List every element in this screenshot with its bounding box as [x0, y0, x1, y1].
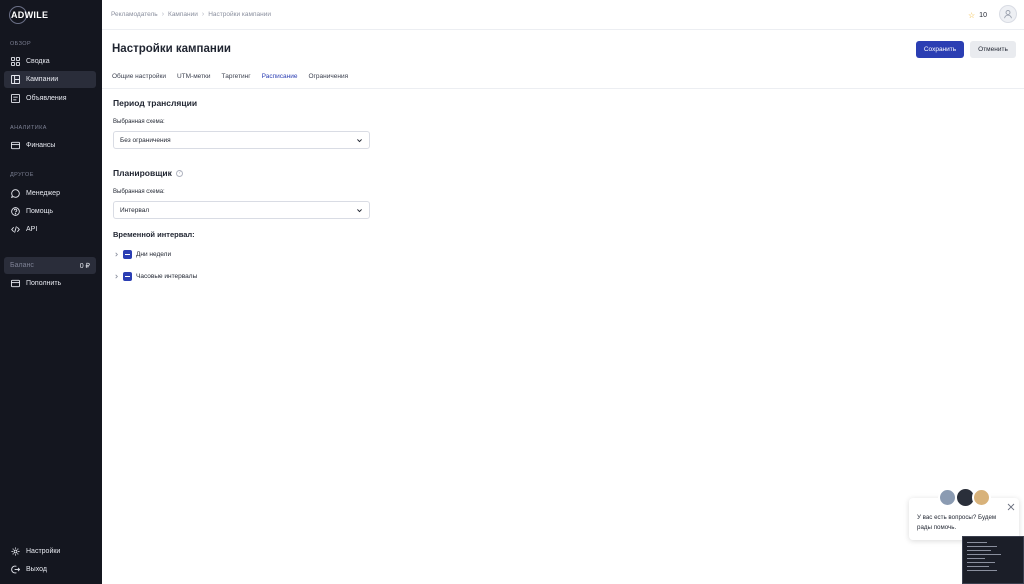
interval-title-text: Временной интервал: — [113, 230, 195, 239]
thumbnail-line — [967, 558, 985, 559]
tab-targeting[interactable]: Таргетинг — [222, 71, 251, 89]
balance: Баланс 0 ₽ — [4, 257, 96, 274]
sidebar-item-label: Объявления — [26, 95, 67, 102]
scheduler-title: Планировщик ? — [113, 168, 183, 178]
scheduler-scheme-label: Выбранная схема: — [113, 189, 165, 195]
sidebar-item-label: Помощь — [26, 208, 54, 215]
sidebar-item-api[interactable]: API — [4, 221, 96, 238]
tab-limits[interactable]: Ограничения — [308, 71, 348, 89]
broadcast-scheme-select[interactable]: Без ограничения — [113, 131, 370, 149]
scheduler-scheme-value: Интервал — [120, 206, 150, 214]
layout-icon — [10, 75, 20, 85]
sidebar-item-summary[interactable]: Сводка — [4, 53, 96, 70]
thumbnail-line — [967, 546, 997, 547]
sidebar-item-ads[interactable]: Объявления — [4, 90, 96, 107]
thumbnail-line — [967, 554, 1001, 555]
top-divider — [102, 29, 1024, 30]
chevron-right-icon[interactable] — [113, 252, 119, 258]
sidebar: ADWILE ОБЗОР Сводка Кампании Объявления … — [0, 0, 102, 584]
thumbnail-line — [967, 550, 991, 551]
logo[interactable]: ADWILE — [9, 6, 49, 24]
sidebar-item-label: Настройки — [26, 548, 61, 555]
hours-checkbox[interactable] — [123, 272, 132, 281]
tabs-divider — [102, 88, 1024, 89]
sidebar-item-settings[interactable]: Настройки — [4, 543, 96, 560]
tab-schedule[interactable]: Расписание — [261, 71, 298, 89]
preview-thumbnail[interactable] — [962, 536, 1024, 584]
wallet-icon — [10, 141, 20, 151]
balance-value: 0 ₽ — [79, 262, 90, 270]
section-label-analytics: АНАЛИТИКА — [10, 125, 47, 131]
weekdays-label: Дни недели — [136, 251, 172, 258]
broadcast-scheme-label: Выбранная схема: — [113, 119, 165, 125]
chevron-right-icon: › — [161, 11, 165, 18]
chevron-down-icon — [357, 138, 362, 142]
tab-utm[interactable]: UTM-метки — [177, 71, 211, 89]
breadcrumb-item-current: Настройки кампании — [208, 11, 271, 18]
section-label-other: ДРУГОЕ — [10, 172, 34, 178]
code-icon — [10, 225, 20, 235]
thumbnail-line — [967, 566, 989, 567]
thumbnail-line — [967, 570, 997, 571]
logo-text: ADWILE — [11, 10, 49, 20]
scheduler-title-text: Планировщик — [113, 168, 172, 178]
chevron-right-icon[interactable] — [113, 274, 119, 280]
sidebar-item-label: Кампании — [26, 76, 59, 83]
broadcast-scheme-value: Без ограничения — [120, 136, 171, 144]
interval-title: Временной интервал: — [113, 230, 195, 239]
sidebar-item-manager[interactable]: Менеджер — [4, 185, 96, 202]
logout-icon — [10, 565, 20, 575]
tab-general[interactable]: Общие настройки — [112, 71, 166, 89]
tabs: Общие настройки UTM-метки Таргетинг Расп… — [112, 71, 348, 89]
sidebar-item-finance[interactable]: Финансы — [4, 137, 96, 154]
page-title: Настройки кампании — [112, 43, 231, 55]
minus-icon — [125, 275, 130, 278]
chevron-right-icon: › — [201, 11, 205, 18]
user-avatar[interactable] — [999, 5, 1017, 23]
broadcast-period-title: Период трансляции — [113, 98, 197, 108]
grid-icon — [10, 57, 20, 67]
breadcrumb-item-advertiser[interactable]: Рекламодатель — [111, 11, 158, 18]
wallet-icon — [10, 279, 20, 289]
sidebar-item-help[interactable]: Помощь — [4, 203, 96, 220]
chat-message: У вас есть вопросы? Будем рады помочь. — [917, 514, 997, 531]
support-avatar — [972, 488, 991, 507]
broadcast-period-title-text: Период трансляции — [113, 98, 198, 108]
breadcrumb: Рекламодатель › Кампании › Настройки кам… — [111, 11, 271, 18]
close-icon[interactable] — [1007, 503, 1015, 511]
weekdays-checkbox[interactable] — [123, 250, 132, 259]
sidebar-item-logout[interactable]: Выход — [4, 561, 96, 578]
section-label-overview: ОБЗОР — [10, 41, 32, 47]
tree-item-weekdays: Дни недели — [113, 250, 171, 259]
chat-icon — [10, 189, 20, 199]
thumbnail-line — [967, 542, 987, 543]
help-circle-icon — [10, 207, 20, 217]
ad-icon — [10, 94, 20, 104]
star-icon: ☆ — [968, 11, 976, 20]
gear-icon — [10, 547, 20, 557]
user-icon — [1004, 10, 1012, 19]
sidebar-item-topup[interactable]: Пополнить — [4, 275, 96, 292]
scheduler-scheme-select[interactable]: Интервал — [113, 201, 370, 219]
sidebar-item-campaigns[interactable]: Кампании — [4, 71, 96, 88]
save-button[interactable]: Сохранить — [916, 41, 964, 58]
tree-item-hours: Часовые интервалы — [113, 272, 197, 281]
help-icon[interactable]: ? — [175, 169, 183, 177]
thumbnail-line — [967, 562, 995, 563]
minus-icon — [125, 253, 130, 256]
hours-label: Часовые интервалы — [136, 273, 198, 280]
sidebar-item-label: Сводка — [26, 58, 50, 65]
balance-label: Баланс — [10, 262, 34, 269]
cancel-button[interactable]: Отменить — [970, 41, 1016, 58]
sidebar-item-label: Менеджер — [26, 190, 60, 197]
sidebar-item-label: Пополнить — [26, 280, 62, 287]
chevron-down-icon — [357, 208, 362, 212]
breadcrumb-item-campaigns[interactable]: Кампании — [168, 11, 198, 18]
stars-count: 10 — [979, 12, 987, 19]
stars-counter[interactable]: ☆ 10 — [968, 11, 987, 20]
sidebar-item-label: Выход — [26, 566, 47, 573]
sidebar-item-label: Финансы — [26, 142, 56, 149]
sidebar-item-label: API — [26, 226, 38, 233]
